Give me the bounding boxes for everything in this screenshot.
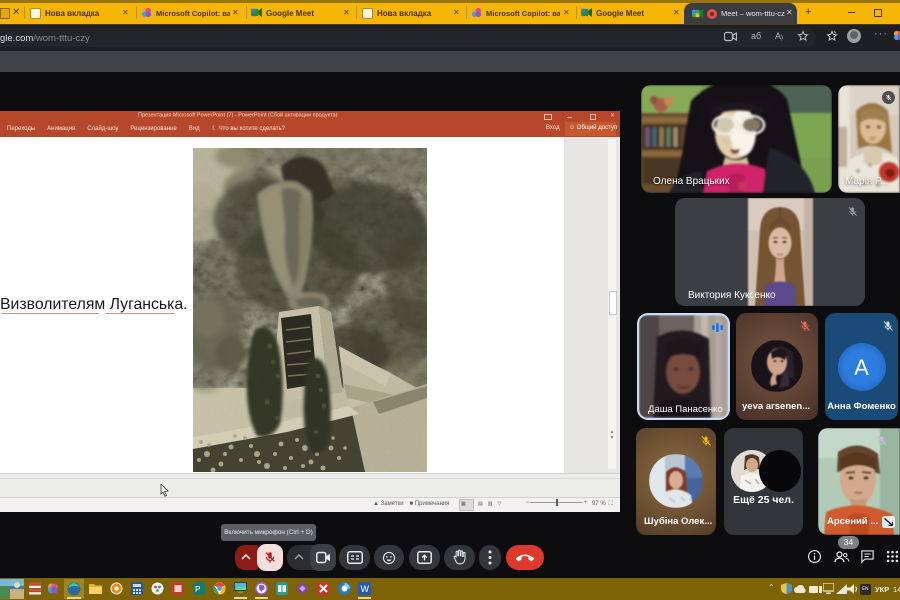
- svg-text:Р: Р: [195, 585, 200, 594]
- svg-text:W: W: [361, 584, 370, 594]
